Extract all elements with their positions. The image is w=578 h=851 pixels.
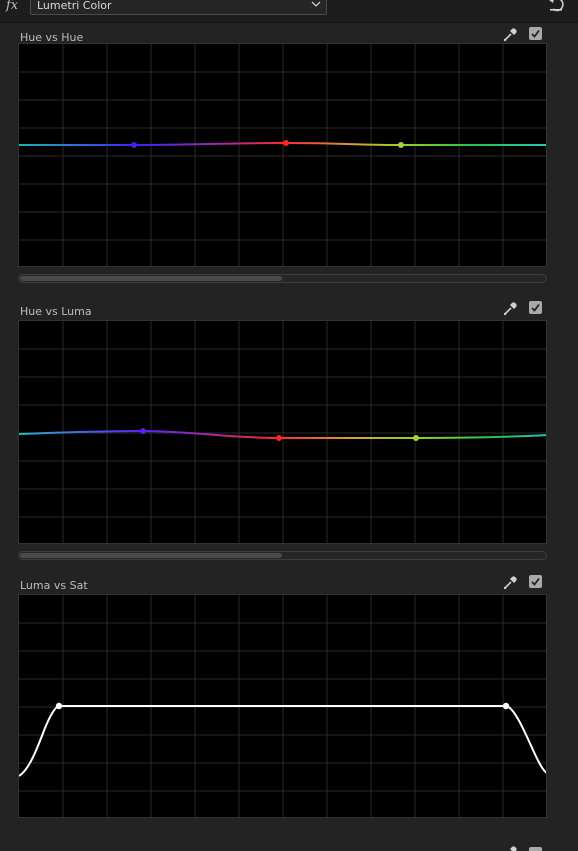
section-title: Hue vs Luma	[20, 305, 92, 318]
eyedropper-icon[interactable]	[502, 27, 518, 43]
graph-grid	[19, 44, 546, 266]
scrollbar[interactable]	[18, 551, 547, 560]
scrollbar[interactable]	[18, 274, 547, 283]
luma-vs-sat-graph[interactable]	[18, 594, 547, 818]
control-point[interactable]	[55, 702, 63, 710]
enable-checkbox[interactable]	[529, 301, 542, 314]
eyedropper-icon[interactable]	[502, 845, 518, 851]
hue-vs-hue-graph[interactable]	[18, 43, 547, 267]
control-point[interactable]	[283, 140, 289, 146]
eyedropper-icon[interactable]	[502, 575, 518, 591]
enable-checkbox[interactable]	[529, 847, 542, 851]
control-point[interactable]	[413, 435, 419, 441]
chevron-down-icon	[311, 1, 321, 7]
control-point[interactable]	[398, 142, 404, 148]
effect-dropdown[interactable]: Lumetri Color	[30, 0, 327, 15]
next-section-header	[0, 843, 578, 851]
enable-checkbox[interactable]	[529, 27, 542, 40]
enable-checkbox[interactable]	[529, 575, 542, 588]
fx-label[interactable]: fx	[6, 0, 18, 13]
hue-vs-luma-graph[interactable]	[18, 320, 547, 544]
scroll-thumb[interactable]	[20, 276, 282, 281]
effect-name: Lumetri Color	[37, 0, 112, 12]
eyedropper-icon[interactable]	[502, 301, 518, 317]
control-point[interactable]	[140, 428, 146, 434]
effect-header: fx Lumetri Color	[0, 0, 578, 23]
control-point[interactable]	[502, 702, 510, 710]
control-point[interactable]	[276, 435, 282, 441]
control-point[interactable]	[131, 142, 137, 148]
section-title: Luma vs Sat	[20, 579, 88, 592]
reset-icon[interactable]	[547, 0, 565, 13]
scroll-thumb[interactable]	[20, 553, 282, 558]
